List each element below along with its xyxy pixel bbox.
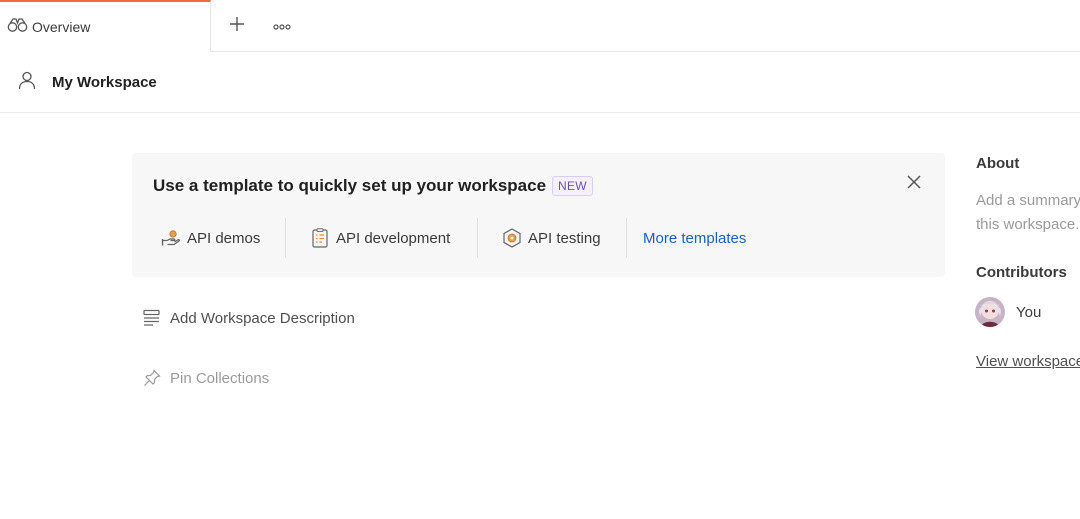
template-separator	[626, 218, 627, 258]
add-description-button[interactable]: Add Workspace Description	[142, 307, 355, 329]
more-templates-link[interactable]: More templates	[643, 218, 746, 258]
template-api-demos[interactable]: API demos	[161, 218, 260, 258]
template-banner: Use a template to quickly set up your wo…	[132, 153, 945, 277]
template-api-development-label: API development	[336, 229, 451, 247]
template-api-testing[interactable]: API testing	[502, 218, 601, 258]
clipboard-list-icon	[310, 228, 330, 248]
banner-heading: Use a template to quickly set up your wo…	[153, 176, 593, 196]
contributors-heading: Contributors	[976, 264, 1067, 281]
new-badge: NEW	[552, 176, 593, 196]
tab-bar: Overview	[0, 0, 1080, 52]
hand-coin-icon	[161, 228, 181, 248]
template-api-testing-label: API testing	[528, 229, 601, 247]
more-tabs-button[interactable]	[268, 12, 296, 40]
text-lines-icon	[142, 308, 162, 328]
add-description-label: Add Workspace Description	[170, 309, 355, 327]
about-summary-placeholder[interactable]: Add a summary of this workspace.	[976, 189, 1080, 237]
pin-collections-button[interactable]: Pin Collections	[142, 367, 269, 389]
binoculars-icon	[7, 17, 28, 38]
contributor-item: You	[975, 297, 1041, 327]
pin-icon	[142, 368, 162, 388]
pin-collections-label: Pin Collections	[170, 369, 270, 387]
template-separator	[285, 218, 286, 258]
user-icon	[17, 70, 37, 95]
about-heading: About	[976, 155, 1020, 172]
tab-overview-label: Overview	[32, 19, 91, 35]
banner-title: Use a template to quickly set up your wo…	[153, 176, 547, 195]
banner-close-button[interactable]	[904, 174, 924, 194]
tab-overview[interactable]: Overview	[0, 0, 211, 52]
gear-hexagon-icon	[502, 228, 522, 248]
workspace-header: My Workspace	[0, 52, 1080, 113]
workspace-title: My Workspace	[52, 73, 157, 91]
plus-icon	[229, 16, 245, 37]
template-api-development[interactable]: API development	[310, 218, 450, 258]
template-separator	[477, 218, 478, 258]
contributor-name: You	[1016, 303, 1042, 321]
ellipsis-icon	[273, 17, 291, 35]
template-api-demos-label: API demos	[187, 229, 261, 247]
close-icon	[907, 174, 921, 194]
new-tab-button[interactable]	[223, 12, 251, 40]
view-activity-link[interactable]: View workspace activity	[976, 353, 1080, 370]
avatar	[975, 297, 1005, 327]
template-list: API demos API development API testing Mo…	[132, 218, 945, 258]
